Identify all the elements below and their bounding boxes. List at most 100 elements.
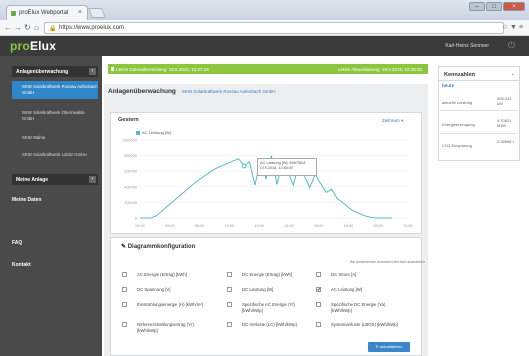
kpi-value: 2.39988 t — [497, 139, 514, 144]
kpi-label: CO2-Einsparung — [442, 143, 472, 148]
user-name[interactable]: Karl-Heinz Sonnner — [445, 43, 489, 49]
sidebar-item-faq[interactable]: FAQ — [12, 240, 22, 246]
maximize-button[interactable]: □ — [486, 2, 502, 11]
tab-close-icon[interactable]: × — [78, 9, 82, 16]
home-icon[interactable]: ⌂ — [34, 23, 39, 32]
sidebar-item-label: SKW Solarkraftwerk Lubitz GmbH — [22, 152, 87, 157]
last-transfer: Letzte Datenübermittlung: 19.5.2015, 10:… — [116, 67, 209, 72]
status-bar: Letzte Datenübermittlung: 19.5.2015, 10:… — [108, 64, 428, 74]
option-label[interactable]: AC Leistung [W] — [331, 287, 401, 293]
option-label[interactable]: DC Energie (Ertrag) [kWh] — [242, 272, 312, 278]
checkbox[interactable] — [227, 302, 232, 307]
option-label[interactable]: Spezifische DC Energie (Ya) [kWh/kWp] — [331, 302, 401, 313]
logo[interactable]: proElux — [10, 39, 56, 53]
minimize-button[interactable]: – — [469, 2, 485, 11]
x-tick-label: 14:00 — [284, 224, 294, 228]
y-tick-label: 400000 — [124, 185, 137, 189]
checkbox[interactable] — [316, 322, 321, 327]
chevron-right-icon[interactable]: › — [89, 176, 96, 183]
checkbox[interactable] — [227, 322, 232, 327]
y-tick-label: 1000000 — [122, 139, 137, 143]
sidebar-item-label: SKW Solarkraftwerk Obernwalde GmbH — [22, 110, 85, 121]
sidebar-item-obernwalde[interactable]: SKW Solarkraftwerk Obernwalde GmbH — [12, 108, 98, 122]
logo-post: Elux — [29, 39, 57, 53]
sidebar-item-meine-daten[interactable]: Meine Daten — [12, 197, 41, 203]
checkbox[interactable] — [122, 322, 127, 327]
x-tick-label: 18:00 — [344, 224, 354, 228]
lock-icon: 🔒 — [49, 26, 57, 32]
config-title: ✎ Diagrammkonfiguration — [121, 244, 196, 250]
option-label[interactable]: DC-Verluste (LC) [kWh/kWp] — [242, 322, 312, 328]
logout-icon[interactable]: ⏻ — [508, 40, 515, 51]
checkbox[interactable] — [122, 287, 127, 292]
zeitraum-dropdown[interactable]: Zeitraum ▾ — [382, 118, 403, 124]
logo-pre: pro — [10, 39, 30, 53]
x-tick-label: 06:00 — [165, 224, 175, 228]
window-controls: – □ × — [469, 2, 525, 12]
checkbox[interactable] — [122, 272, 127, 277]
status-icon — [111, 67, 114, 71]
kennzahlen-header[interactable]: Kennzahlen ⌄ — [438, 66, 520, 81]
sidebar — [0, 56, 102, 356]
x-tick-label: 22:00 — [403, 224, 413, 228]
sidebar-section-anlagenueberwachung[interactable]: Anlagenüberwachung ‹ — [12, 66, 98, 77]
config-title-text: Diagrammkonfiguration — [127, 244, 196, 250]
forward-arrow-icon[interactable]: → — [14, 23, 22, 32]
apply-button[interactable]: ↻ aktualisieren — [368, 342, 410, 352]
chart-tooltip: AC Leistung [W]: 668798.8 Di 5.2015, 12:… — [257, 158, 317, 176]
checkbox[interactable]: ✔ — [316, 287, 321, 293]
config-card — [110, 237, 422, 356]
option-label[interactable]: DC Leistung [W] — [242, 287, 312, 293]
y-tick-label: 200000 — [124, 201, 137, 205]
sidebar-item-wahla[interactable]: SKW Wahla — [12, 133, 98, 141]
address-url: https://www.proelux.com — [59, 25, 125, 31]
browser-toolbar: ← → ↻ ⌂ 🔒 https://www.proelux.com ☆ ▼ ≡ — [0, 20, 529, 36]
new-tab-button[interactable] — [88, 8, 106, 18]
page-subtitle[interactable]: SKW Solarkraftwerk Rossau Aufenbach GmbH — [182, 89, 276, 94]
kpi-label: aktuelle Leistung — [442, 100, 473, 105]
checkbox[interactable] — [316, 302, 321, 307]
option-label[interactable]: DC Strom [A] — [331, 272, 401, 278]
divider — [440, 133, 518, 134]
x-tick-label: 10:00 — [225, 224, 235, 228]
option-label[interactable]: AC Energie (Ertrag) [kWh] — [137, 272, 207, 278]
chevron-down-icon[interactable]: ⌄ — [511, 71, 515, 77]
checkbox[interactable] — [122, 302, 127, 307]
checkbox[interactable] — [316, 272, 321, 277]
sidebar-item-kontakt[interactable]: Kontakt — [12, 262, 31, 268]
divider — [440, 110, 518, 111]
checkbox[interactable] — [227, 287, 232, 292]
x-tick-label: 08:00 — [195, 224, 205, 228]
kennzahlen-title: Kennzahlen — [444, 72, 475, 78]
chevron-left-icon[interactable]: ‹ — [89, 68, 96, 75]
chart-title: Gestern — [118, 117, 139, 123]
reload-icon[interactable]: ↻ — [24, 23, 31, 32]
option-label[interactable]: Spezifische AC Energie (Yf) [kWh/kWp] — [242, 302, 312, 313]
config-hint: Bei bestehender Auswahl mehrfach auswähl… — [350, 260, 425, 264]
x-tick-label: 20:00 — [373, 224, 383, 228]
close-window-button[interactable]: × — [503, 2, 525, 11]
line-chart[interactable]: 0 200000 400000 600000 800000 1000000 04:00 06… — [116, 134, 416, 232]
back-arrow-icon[interactable]: ← — [4, 23, 12, 32]
sidebar-item-label: SKW Wahla — [22, 135, 46, 140]
option-label[interactable]: Referenzstrahlungsertrag (Yr) [kWh/kWp] — [137, 322, 207, 333]
kpi-value: 398.432 kW — [497, 96, 512, 106]
sidebar-section-meine-anlage[interactable]: Meine Anlage › — [12, 174, 98, 185]
browser-tab[interactable]: proElux Webportal × — [6, 5, 88, 20]
favicon-icon — [11, 11, 16, 16]
app-header: proElux Karl-Heinz Sonnner ⏻ — [0, 36, 529, 56]
y-tick-label: 800000 — [124, 154, 137, 158]
checkbox[interactable] — [227, 272, 232, 277]
tab-heute[interactable]: heute — [442, 83, 454, 88]
address-bar[interactable]: 🔒 https://www.proelux.com — [44, 22, 504, 34]
sidebar-item-rossau[interactable]: SKW Solarkraftwerk Rossau Aufenbach GmbH — [12, 81, 98, 99]
menu-icon[interactable]: ☆ ▼ ≡ — [502, 23, 523, 31]
kpi-value: 4.70821 MWh — [497, 118, 512, 128]
sidebar-item-lubitz[interactable]: SKW Solarkraftwerk Lubitz GmbH — [12, 150, 98, 158]
last-update: Letzte Aktualisierung: 19.5.2015, 10:48:… — [337, 67, 422, 72]
option-label[interactable]: DC Spannung [V] — [137, 287, 207, 293]
option-label[interactable]: Einstrahlungsenergie (H) [kWh/m²] — [137, 302, 207, 308]
option-label[interactable]: Systemverluste (LBOS) [kWh/kWp] — [331, 322, 401, 328]
kpi-label: Energieerzeugung — [442, 122, 475, 127]
page-title: Anlagenüberwachung SKW Solarkraftwerk Ros… — [108, 88, 275, 95]
